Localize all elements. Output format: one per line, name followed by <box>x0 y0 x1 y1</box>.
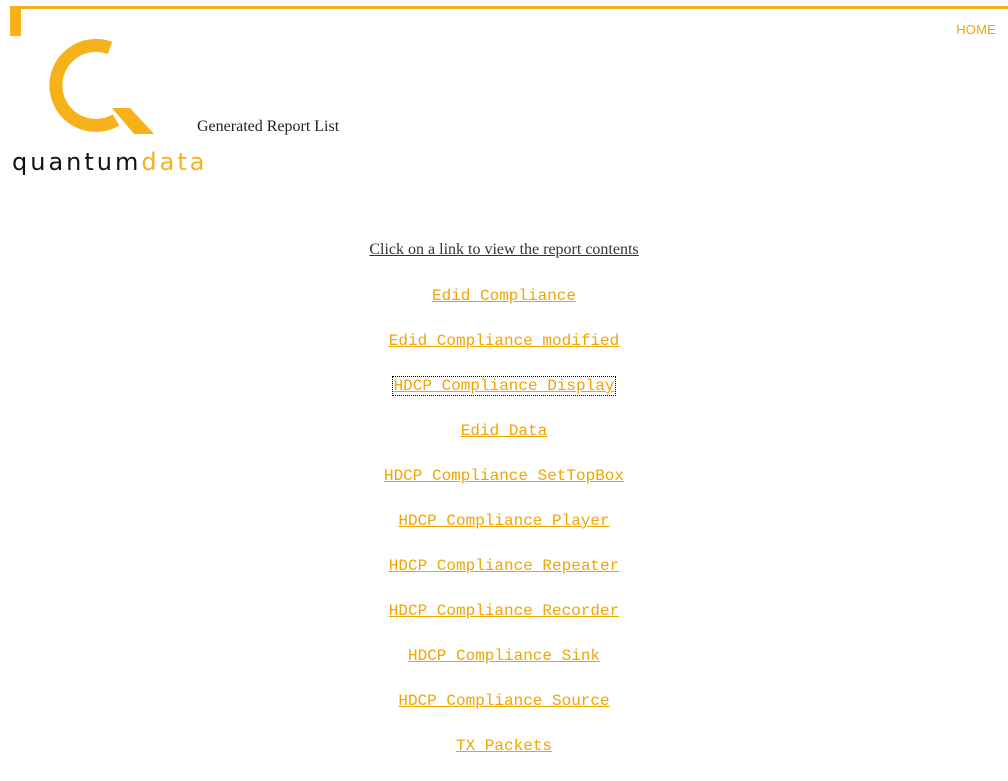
report-list-item: HDCP Compliance Recorder <box>0 601 1008 646</box>
report-list-item: HDCP Compliance SetTopBox <box>0 466 1008 511</box>
report-list-item: HDCP Compliance Player <box>0 511 1008 556</box>
report-list-item: HDCP Compliance Repeater <box>0 556 1008 601</box>
report-link[interactable]: Edid Compliance modified <box>388 332 620 350</box>
report-link[interactable]: HDCP Compliance Repeater <box>388 557 620 575</box>
header-corner-accent <box>10 6 21 36</box>
report-list-item: HDCP Compliance Source <box>0 691 1008 736</box>
report-link[interactable]: HDCP Compliance Source <box>397 692 610 710</box>
report-link[interactable]: Edid Compliance <box>431 287 577 305</box>
report-list-item: Edid Compliance <box>0 286 1008 331</box>
wordmark-dark: quantum <box>12 148 142 176</box>
report-link[interactable]: HDCP Compliance Display <box>391 376 617 396</box>
report-link[interactable]: HDCP Compliance Recorder <box>388 602 620 620</box>
report-list-item: HDCP Compliance Sink <box>0 646 1008 691</box>
report-link[interactable]: HDCP Compliance Player <box>397 512 610 530</box>
report-list-item: Edid Compliance modified <box>0 331 1008 376</box>
q-logo-icon <box>49 38 154 134</box>
report-link[interactable]: HDCP Compliance SetTopBox <box>383 467 625 485</box>
report-link[interactable]: HDCP Compliance Sink <box>407 647 601 665</box>
instructions-text: Click on a link to view the report conte… <box>369 241 639 258</box>
page-title: Generated Report List <box>197 118 340 135</box>
report-list-item: Edid Data <box>0 421 1008 466</box>
header-rule <box>10 6 1008 9</box>
report-list-item: HDCP Compliance Display <box>0 376 1008 421</box>
home-link[interactable]: HOME <box>956 22 996 37</box>
report-list: Edid Compliance Edid Compliance modified H… <box>0 286 1008 781</box>
report-link[interactable]: TX Packets <box>455 737 553 755</box>
report-list-item: TX Packets <box>0 736 1008 781</box>
quantumdata-wordmark: quantumdata <box>12 150 207 174</box>
report-link[interactable]: Edid Data <box>460 422 548 440</box>
wordmark-accent: data <box>141 148 208 176</box>
